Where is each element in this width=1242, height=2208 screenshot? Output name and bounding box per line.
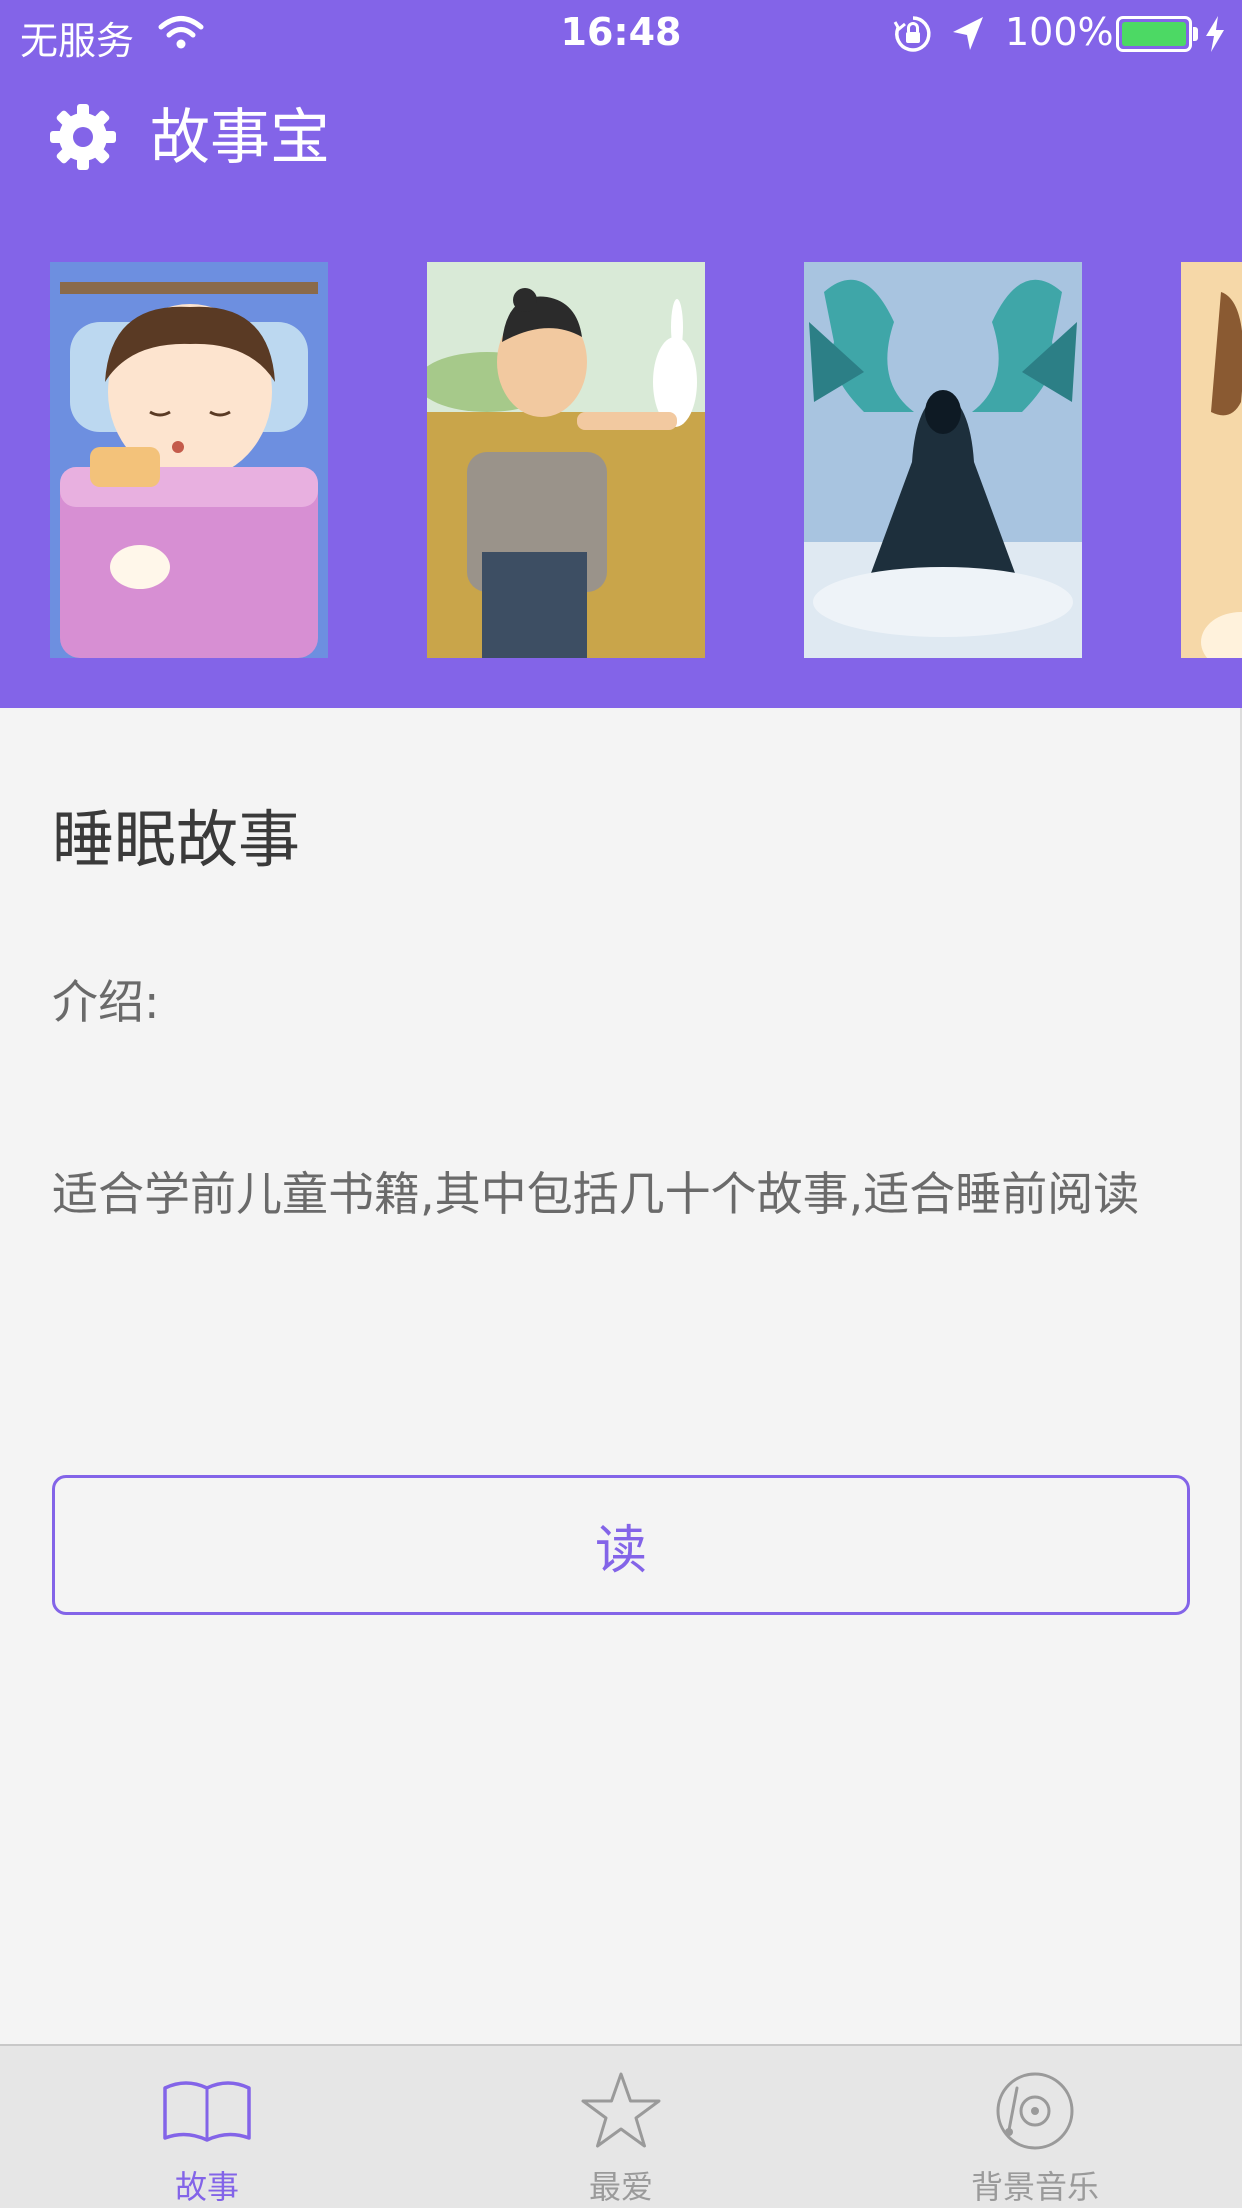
tab-bar: 故事 最爱 背景音乐 — [0, 2044, 1242, 2208]
orientation-lock-icon — [893, 16, 931, 52]
dragon-wizard-cover[interactable] — [804, 262, 1082, 658]
tab-favorites-label: 最爱 — [588, 2168, 653, 2206]
gear-icon[interactable] — [48, 102, 118, 172]
battery-tip — [1193, 27, 1198, 41]
tab-favorites[interactable]: 最爱 — [414, 2046, 828, 2208]
star-icon — [581, 2072, 661, 2148]
vinyl-record-icon — [996, 2072, 1074, 2150]
book-icon — [163, 2081, 251, 2142]
read-button[interactable]: 读 — [52, 1475, 1190, 1615]
farmer-rabbit-cover[interactable] — [427, 262, 705, 658]
nav-bar: 故事宝 — [0, 66, 1242, 216]
location-icon — [953, 17, 983, 50]
charging-icon — [1206, 16, 1224, 52]
tab-background-music-label: 背景音乐 — [970, 2168, 1099, 2206]
tab-background-music[interactable]: 背景音乐 — [828, 2046, 1242, 2208]
battery-percent: 100% — [1005, 10, 1114, 54]
book-description: 适合学前儿童书籍,其中包括几十个故事,适合睡前阅读 — [52, 1167, 1140, 1221]
book-title: 睡眠故事 — [52, 803, 301, 876]
app-title: 故事宝 — [150, 103, 330, 173]
battery-icon — [1116, 16, 1192, 52]
battery-fill — [1122, 22, 1186, 46]
tab-stories-label: 故事 — [174, 2168, 239, 2206]
header: 无服务 16:48 100% 故事宝 — [0, 0, 1242, 708]
intro-label: 介绍: — [52, 975, 160, 1029]
book-carousel[interactable] — [0, 262, 1242, 658]
tab-stories[interactable]: 故事 — [0, 2046, 414, 2208]
status-bar: 无服务 16:48 100% — [0, 0, 1242, 66]
sleeping-child-cover[interactable] — [50, 262, 328, 658]
partial-cover[interactable] — [1181, 262, 1242, 658]
